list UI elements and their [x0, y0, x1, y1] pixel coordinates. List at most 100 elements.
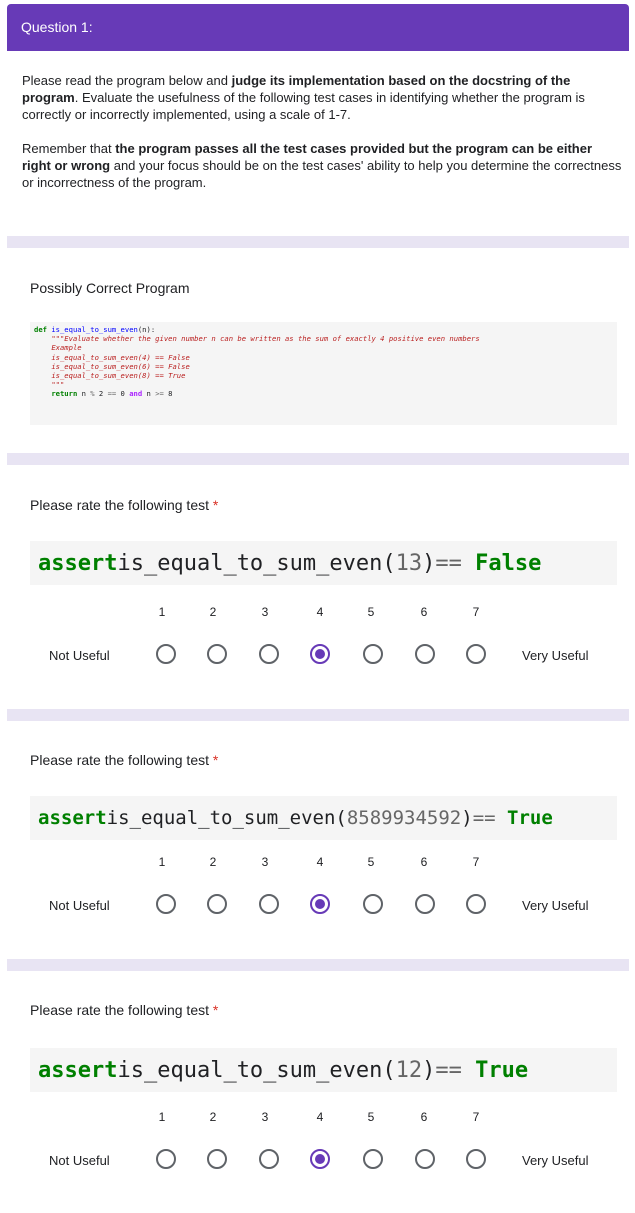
test-assert-1: assert is_equal_to_sum_even(13) == False	[30, 541, 617, 585]
radio-option-3[interactable]	[259, 894, 279, 914]
code-keyword: return	[51, 389, 78, 399]
code-operator: ==	[107, 389, 117, 399]
radio-option-6[interactable]	[415, 894, 435, 914]
code-operator: >=	[155, 389, 164, 399]
radio-option-5[interactable]	[363, 1149, 383, 1169]
radio-option-4[interactable]	[310, 894, 330, 914]
scale-number: 7	[472, 1110, 480, 1124]
code-text: n	[142, 389, 156, 399]
scale-number: 4	[316, 1110, 324, 1124]
scale-number: 5	[367, 605, 375, 619]
intro-text: Please read the program below and	[22, 73, 232, 88]
radio-option-1[interactable]	[156, 644, 176, 664]
test-assert-3: assert is_equal_to_sum_even(12) == True	[30, 1048, 617, 1092]
section-divider	[7, 959, 629, 971]
assert-close: )	[461, 807, 473, 829]
assert-expected: True	[507, 807, 553, 829]
scale-high-label: Very Useful	[522, 648, 589, 663]
scale-number: 3	[261, 855, 269, 869]
code-docstring: is_equal_to_sum_even(6) == False	[51, 361, 190, 371]
assert-argument: 8589934592	[346, 807, 462, 829]
scale-number: 5	[367, 1110, 375, 1124]
rating-prompt: Please rate the following test	[30, 497, 209, 513]
assert-call: is_equal_to_sum_even(	[106, 807, 347, 829]
radio-option-5[interactable]	[363, 644, 383, 664]
radio-option-2[interactable]	[207, 644, 227, 664]
scale-number: 7	[472, 605, 480, 619]
intro-text: and your focus should be on the test cas…	[22, 158, 622, 190]
rating-prompt: Please rate the following test	[30, 752, 209, 768]
assert-keyword: assert	[38, 807, 107, 829]
section-divider	[7, 453, 629, 465]
instructions: Please read the program below and judge …	[22, 72, 622, 191]
radio-option-3[interactable]	[259, 644, 279, 664]
rating-question-1: Please rate the following test *	[30, 497, 218, 513]
required-asterisk: *	[212, 752, 219, 768]
code-keyword: and	[129, 389, 143, 399]
scale-number: 3	[261, 1110, 269, 1124]
rating-scale-1: 1 2 3 4 5 6 7 Not Useful Very Useful	[30, 605, 617, 685]
scale-number: 3	[261, 605, 269, 619]
scale-low-label: Not Useful	[49, 1153, 110, 1168]
radio-option-1[interactable]	[156, 1149, 176, 1169]
scale-number: 6	[420, 605, 428, 619]
radio-option-3[interactable]	[259, 1149, 279, 1169]
scale-number: 6	[420, 1110, 428, 1124]
radio-option-2[interactable]	[207, 894, 227, 914]
question-title: Question 1:	[21, 19, 93, 35]
scale-number: 2	[209, 605, 217, 619]
radio-option-6[interactable]	[415, 1149, 435, 1169]
rating-scale-3: 1 2 3 4 5 6 7 Not Useful Very Useful	[30, 1110, 617, 1190]
scale-low-label: Not Useful	[49, 648, 110, 663]
scale-number: 1	[158, 1110, 166, 1124]
assert-expected: False	[475, 550, 542, 576]
radio-option-7[interactable]	[466, 644, 486, 664]
section-divider	[7, 236, 629, 248]
required-asterisk: *	[212, 1002, 219, 1018]
assert-operator: ==	[472, 807, 496, 829]
radio-option-4[interactable]	[310, 1149, 330, 1169]
radio-option-7[interactable]	[466, 894, 486, 914]
code-keyword: def	[34, 325, 47, 334]
radio-option-7[interactable]	[466, 1149, 486, 1169]
scale-high-label: Very Useful	[522, 1153, 589, 1168]
code-text: 2	[94, 389, 108, 399]
code-docstring: is_equal_to_sum_even(4) == False	[51, 352, 190, 362]
test-assert-2: assert is_equal_to_sum_even(8589934592) …	[30, 796, 617, 840]
assert-close: )	[422, 550, 436, 576]
radio-option-1[interactable]	[156, 894, 176, 914]
scale-number: 5	[367, 855, 375, 869]
scale-number: 1	[158, 855, 166, 869]
scale-high-label: Very Useful	[522, 898, 589, 913]
radio-option-6[interactable]	[415, 644, 435, 664]
intro-text: . Evaluate the usefulness of the followi…	[22, 90, 585, 122]
scale-number: 7	[472, 855, 480, 869]
required-asterisk: *	[212, 497, 219, 513]
code-function-name: is_equal_to_sum_even	[51, 325, 138, 334]
assert-call: is_equal_to_sum_even(	[117, 1057, 396, 1083]
code-docstring: is_equal_to_sum_even(8) == True	[51, 371, 186, 381]
code-docstring: Example	[51, 343, 82, 353]
intro-text: Remember that	[22, 141, 116, 156]
scale-low-label: Not Useful	[49, 898, 110, 913]
scale-number: 6	[420, 855, 428, 869]
code-docstring: """	[51, 380, 65, 390]
scale-number: 4	[316, 855, 324, 869]
scale-number: 1	[158, 605, 166, 619]
assert-argument: 12	[395, 1057, 423, 1083]
assert-argument: 13	[395, 550, 423, 576]
code-text: 0	[116, 389, 130, 399]
assert-operator: ==	[435, 550, 462, 576]
scale-number: 2	[209, 855, 217, 869]
code-text: (n):	[137, 325, 156, 334]
assert-close: )	[422, 1057, 436, 1083]
assert-keyword: assert	[38, 550, 118, 576]
assert-expected: True	[475, 1057, 529, 1083]
rating-prompt: Please rate the following test	[30, 1002, 209, 1018]
radio-option-2[interactable]	[207, 1149, 227, 1169]
code-block: def is_equal_to_sum_even(n): """Evaluate…	[30, 322, 617, 425]
radio-option-5[interactable]	[363, 894, 383, 914]
radio-option-4[interactable]	[310, 644, 330, 664]
program-title: Possibly Correct Program	[30, 280, 190, 296]
assert-call: is_equal_to_sum_even(	[117, 550, 396, 576]
